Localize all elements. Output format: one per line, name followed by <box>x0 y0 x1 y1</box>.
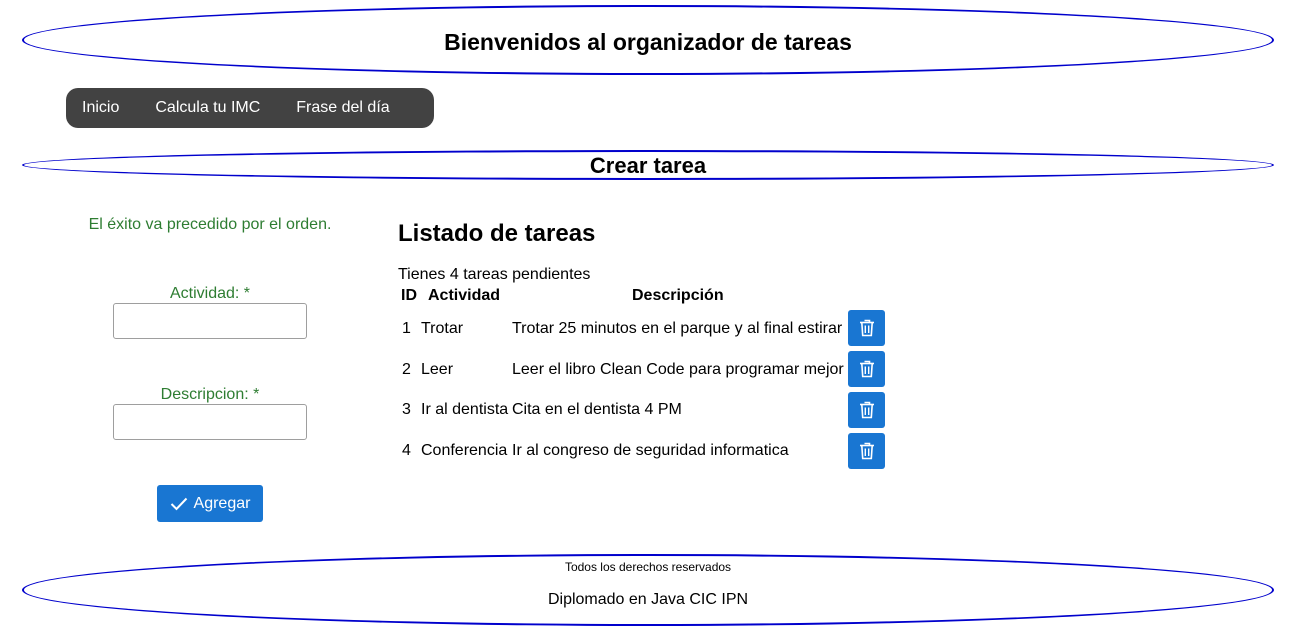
nav-item-imc[interactable]: Calcula tu IMC <box>155 99 260 117</box>
add-task-label: Agregar <box>193 494 251 512</box>
page-title: Bienvenidos al organizador de tareas <box>444 29 852 55</box>
task-id: 3 <box>402 401 411 418</box>
nav-item-inicio[interactable]: Inicio <box>82 99 119 117</box>
pending-count-text: Tienes 4 tareas pendientes <box>398 266 591 283</box>
task-id: 1 <box>402 320 411 337</box>
section-header: Crear tarea <box>22 150 1274 180</box>
task-activity: Ir al dentista <box>421 401 509 418</box>
task-activity: Trotar <box>421 320 464 337</box>
task-activity: Conferencia <box>421 442 508 459</box>
check-icon <box>170 497 187 510</box>
delete-task-button[interactable] <box>848 310 885 346</box>
daily-quote: El éxito va precedido por el orden. <box>88 216 332 233</box>
description-input[interactable] <box>113 404 307 440</box>
delete-task-button[interactable] <box>848 351 885 387</box>
task-description: Leer el libro Clean Code para programar … <box>512 361 844 378</box>
page-footer: Todos los derechos reservados Diplomado … <box>22 554 1274 626</box>
trash-icon <box>859 319 874 337</box>
course-text: Diplomado en Java CIC IPN <box>547 591 749 608</box>
task-description: Ir al congreso de seguridad informatica <box>512 442 789 459</box>
task-list-title: Listado de tareas <box>398 220 596 247</box>
task-description: Trotar 25 minutos en el parque y al fina… <box>512 320 843 337</box>
add-task-button[interactable]: Agregar <box>157 485 263 522</box>
activity-label: Actividad: * <box>169 285 251 302</box>
rights-text: Todos los derechos reservados <box>564 560 732 574</box>
task-activity: Leer <box>421 361 454 378</box>
section-title: Crear tarea <box>589 153 707 178</box>
task-id: 2 <box>402 361 411 378</box>
description-label: Descripcion: * <box>160 386 260 403</box>
delete-task-button[interactable] <box>848 433 885 469</box>
nav-item-frase[interactable]: Frase del día <box>296 99 389 117</box>
task-description: Cita en el dentista 4 PM <box>512 401 682 418</box>
trash-icon <box>859 360 874 378</box>
column-header-description: Descripción <box>632 287 724 304</box>
task-id: 4 <box>402 442 411 459</box>
nav-bar: Inicio Calcula tu IMC Frase del día <box>66 88 434 128</box>
trash-icon <box>859 401 874 419</box>
page-header: Bienvenidos al organizador de tareas <box>22 5 1274 75</box>
delete-task-button[interactable] <box>848 392 885 428</box>
trash-icon <box>859 442 874 460</box>
activity-input[interactable] <box>113 303 307 339</box>
column-header-activity: Actividad <box>428 287 501 304</box>
column-header-id: ID <box>401 287 417 304</box>
